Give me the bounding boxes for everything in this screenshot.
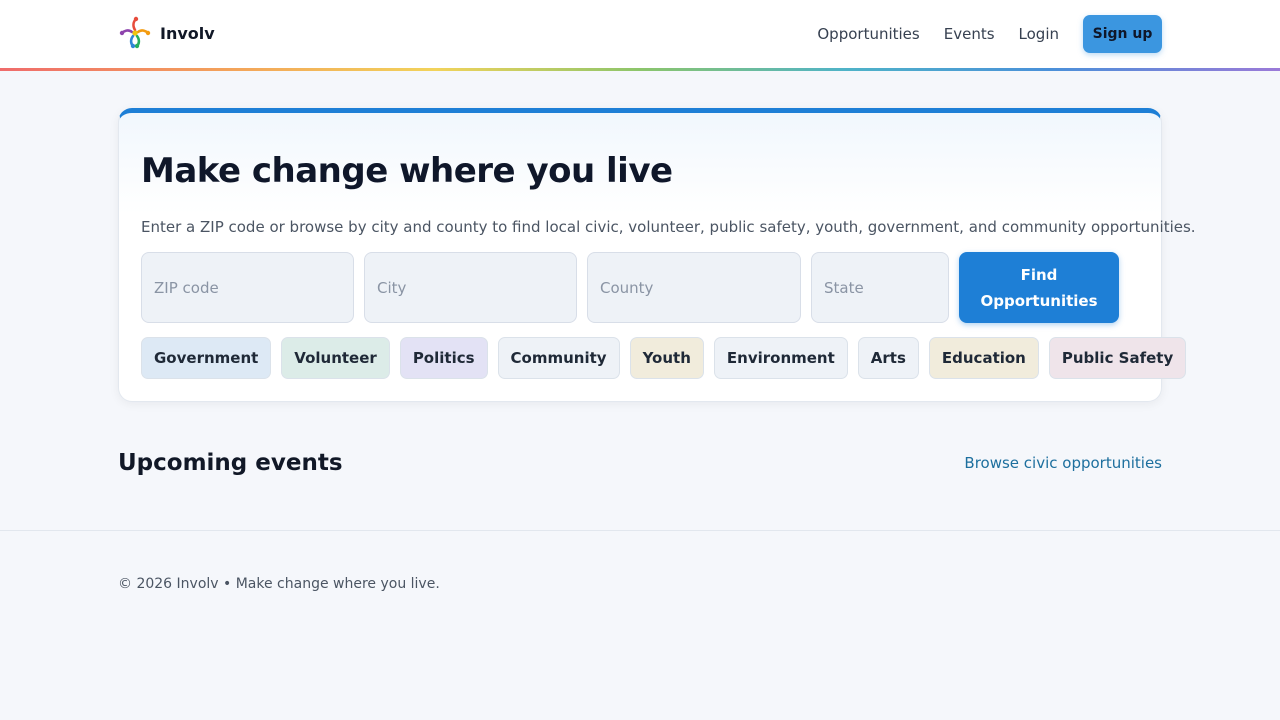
hero-title: Make change where you live xyxy=(141,151,673,191)
hero-search-card: Make change where you live Enter a ZIP c… xyxy=(118,108,1196,402)
brand[interactable]: Involv xyxy=(118,15,215,51)
brand-name: Involv xyxy=(160,23,215,43)
nav-login-link[interactable]: Login xyxy=(1019,25,1059,43)
upcoming-events-heading: Upcoming events xyxy=(118,450,343,476)
nav-events-link[interactable]: Events xyxy=(944,25,995,43)
chip-politics[interactable]: Politics xyxy=(399,337,488,379)
find-opportunities-button[interactable]: Find Opportunities xyxy=(959,252,1119,323)
chip-government[interactable]: Government xyxy=(141,337,272,379)
chip-youth[interactable]: Youth xyxy=(629,337,704,379)
nav-opportunities-link[interactable]: Opportunities xyxy=(817,25,919,43)
chip-community[interactable]: Community xyxy=(497,337,620,379)
chip-volunteer[interactable]: Volunteer xyxy=(281,337,390,379)
footer-divider xyxy=(0,530,1280,531)
logo-icon xyxy=(118,16,152,50)
chip-arts[interactable]: Arts xyxy=(857,337,919,379)
chip-public-safety[interactable]: Public Safety xyxy=(1048,337,1187,379)
footer-copyright: © 2026 Involv • Make change where you li… xyxy=(118,576,440,592)
site-header: Involv Opportunities Events Login Sign u… xyxy=(0,0,1280,68)
search-form: Find Opportunities xyxy=(141,252,1119,323)
chip-environment[interactable]: Environment xyxy=(713,337,848,379)
city-input[interactable] xyxy=(364,252,577,323)
category-chips: Government Volunteer Politics Community … xyxy=(141,337,1187,379)
signup-button[interactable]: Sign up xyxy=(1083,15,1162,53)
zip-code-input[interactable] xyxy=(141,252,354,323)
browse-opportunities-link[interactable]: Browse civic opportunities xyxy=(964,454,1162,472)
chip-education[interactable]: Education xyxy=(928,337,1039,379)
main-nav: Opportunities Events Login Sign up xyxy=(817,15,1162,53)
rainbow-divider xyxy=(0,68,1280,71)
county-input[interactable] xyxy=(587,252,801,323)
state-input[interactable] xyxy=(811,252,949,323)
hero-subtitle: Enter a ZIP code or browse by city and c… xyxy=(141,218,1196,236)
